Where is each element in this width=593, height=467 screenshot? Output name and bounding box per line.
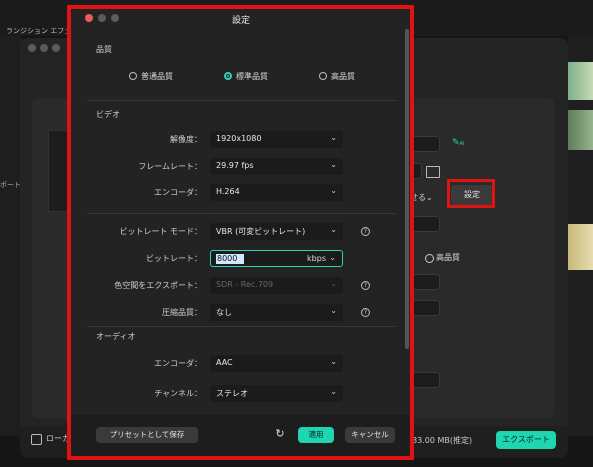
folder-icon[interactable]	[426, 166, 440, 178]
background-thumbnail	[568, 224, 593, 270]
local-checkbox[interactable]	[31, 434, 42, 445]
background-select[interactable]	[411, 300, 440, 316]
background-thumbnail	[568, 110, 593, 150]
background-thumbnail	[568, 62, 593, 100]
ai-label: AI	[459, 141, 465, 147]
export-button[interactable]: エクスポート	[496, 431, 556, 449]
background-select[interactable]	[411, 372, 440, 388]
dialog-highlight-frame	[67, 5, 414, 460]
estimated-size: 83.00 MB(推定)	[412, 436, 473, 445]
background-side-label: ポート	[0, 181, 21, 189]
window-zoom-icon[interactable]	[52, 44, 60, 52]
background-left-panel	[0, 36, 22, 436]
background-select[interactable]	[411, 216, 440, 232]
settings-button-highlight	[447, 179, 495, 208]
ai-pen-icon[interactable]: ✎AI	[452, 138, 464, 148]
background-high-quality-radio[interactable]	[425, 254, 434, 263]
window-minimize-icon[interactable]	[40, 44, 48, 52]
background-select[interactable]	[411, 274, 440, 290]
background-high-quality-label: 高品質	[436, 253, 460, 262]
window-close-icon[interactable]	[28, 44, 36, 52]
